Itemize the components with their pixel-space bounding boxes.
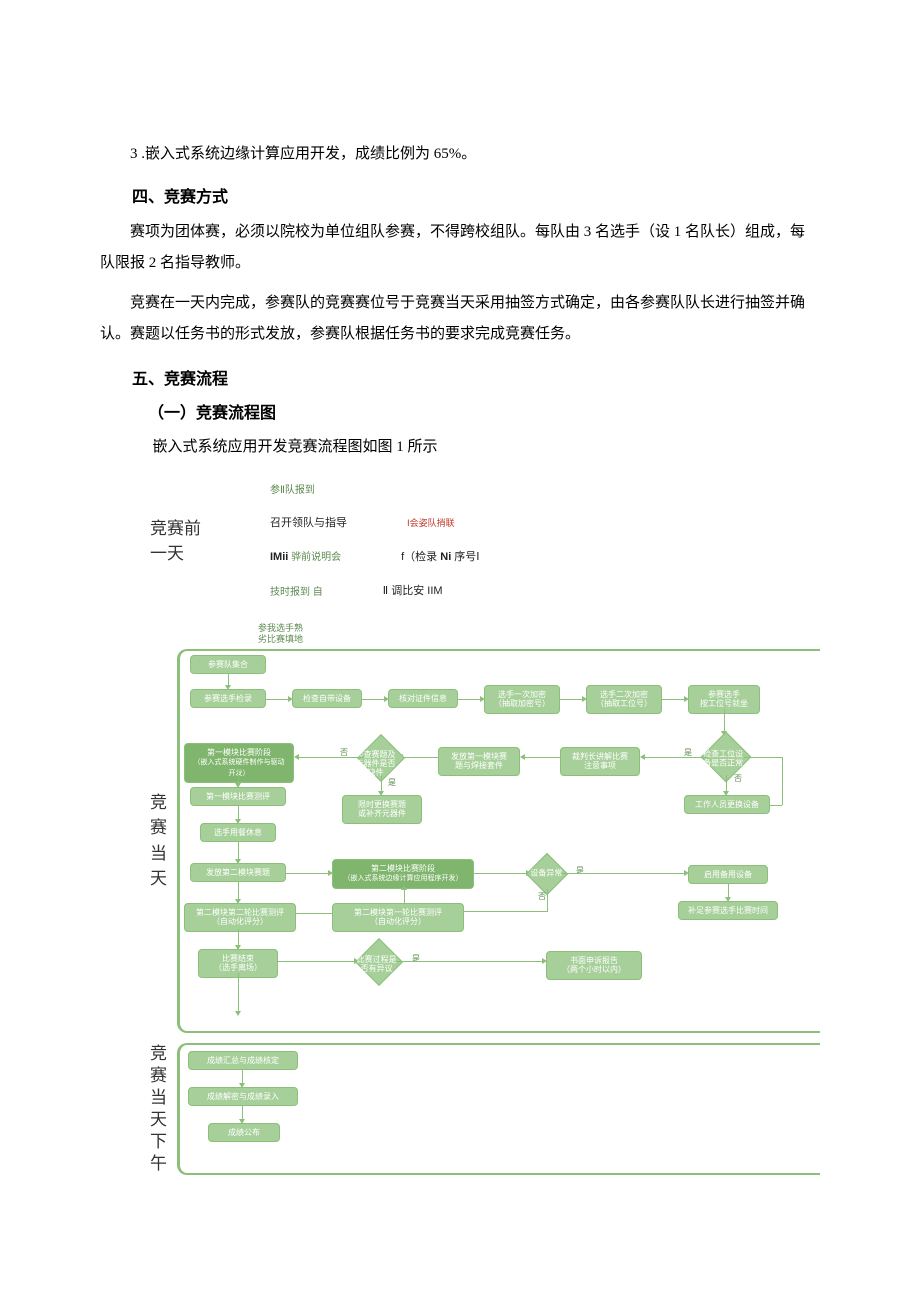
p1b: 名选手（设: [591, 224, 674, 240]
issue1b: 题与焊接套件: [455, 761, 503, 770]
flowchart: 竞赛前一天 参Ⅱ队报到 召开领队与指导 Ⅰ会姿队捎联 IMii 骅前说明会 f（…: [100, 469, 820, 1175]
node-mod1-stage: 第一模块比赛阶段 （嵌入式系统硬件制作与驱动开发）: [184, 743, 294, 783]
phase-label-pre-day: 竞赛前一天: [150, 469, 220, 613]
node-gather: 参赛队集合: [190, 655, 266, 675]
pre-r4b: 劣比赛填地: [258, 634, 820, 645]
node-enc2: 选手二次加密（抽取工位号）: [586, 685, 662, 714]
node-enc1: 选手一次加密（抽取加密号）: [484, 685, 560, 714]
node-verifyid: 核对证件信息: [388, 689, 458, 709]
judgeb: 注意事项: [584, 761, 616, 770]
para-1: 赛项为团体赛，必须以院校为单位组队参赛，不得跨校组队。每队由 3 名选手（设 1…: [100, 217, 820, 280]
pre-r1b: Ⅰ会姿队捎联: [407, 518, 455, 528]
pre-r4a: 参我选手熟: [258, 623, 820, 634]
capA: 嵌入式系统应用开发竞赛流程图如图: [153, 439, 397, 455]
figure-caption: 嵌入式系统应用开发竞赛流程图如图 1 所示: [100, 433, 820, 462]
node-checkin: 参赛选手检录: [190, 689, 266, 709]
d_titleok: 检查赛题及元器件是否缺件: [353, 750, 398, 776]
auto1a: 第二模块第一轮比赛测评: [354, 908, 442, 917]
lbl-no-3: 否: [538, 891, 546, 902]
phase-label-afternoon: 竞 赛当 天下 午: [150, 1043, 177, 1176]
auto2b: （自动化评分）: [212, 917, 268, 926]
node-score-sum: 成绩汇总与成绩核定: [188, 1051, 298, 1071]
appealb: （两个小时以内）: [562, 965, 626, 974]
node-issue-mod2: 发放第二模块赛题: [190, 863, 286, 883]
list-item-3: 3 .嵌入式系统边缘计算应用开发，成绩比例为 65%。: [100, 140, 820, 169]
lbl-yes-3: 是: [576, 865, 584, 876]
lbl-no-1: 否: [734, 773, 742, 784]
d_wsok: 检查工位设备是否正常: [700, 750, 748, 768]
item3-tail: 。: [461, 146, 476, 162]
node-judge: 裁判长讲解比赛注意事项: [560, 747, 640, 776]
capN: 1: [396, 439, 404, 455]
mod2b: （嵌入式系统边缘计算应用程序开发）: [344, 875, 463, 882]
enc2b: （抽取工位号）: [596, 699, 652, 708]
phase-label-day: 竞赛当天: [150, 649, 177, 1033]
node-auto-eval-2: 第二模块第二轮比赛测评（自动化评分）: [184, 903, 296, 932]
diamond-dispute: 比赛过程是否有异议: [355, 938, 403, 986]
endb: （选手离场）: [214, 963, 262, 972]
d_devfault: 设备异常: [527, 869, 566, 878]
pre-r1a: 召开领队与指导: [270, 514, 347, 530]
replacea: 限时更换赛题: [358, 800, 406, 809]
node-appeal: 书面申诉报告（两个小时以内）: [546, 951, 642, 980]
pre-r3b: Ⅱ 调比安 IIM: [383, 582, 443, 598]
mod1b: （嵌入式系统硬件制作与驱动开发）: [194, 759, 285, 776]
node-score-publish: 成绩公布: [208, 1123, 280, 1143]
appeala: 书面申诉报告: [570, 956, 618, 965]
seatb: 按工位号就坐: [700, 699, 748, 708]
seata: 参赛选手: [708, 690, 740, 699]
mod1a: 第一模块比赛阶段: [207, 748, 271, 757]
lbl-yes-4: 是: [412, 953, 420, 964]
pct-65: 65%: [434, 146, 462, 162]
pre-r0: 参Ⅱ队报到: [270, 481, 315, 496]
enc1a: 选手一次加密: [498, 690, 546, 699]
node-auto-eval-1: 第二模块第一轮比赛测评（自动化评分）: [332, 903, 464, 932]
node-comp-time: 补足参赛选手比赛时间: [678, 901, 778, 921]
node-issue-mod1: 发放第一模块赛题与焊接套件: [438, 747, 520, 776]
node-replace-title: 限时更换赛题或补齐元器件: [342, 795, 422, 824]
subheading-5-1: （一）竞赛流程图: [100, 399, 820, 423]
issue1a: 发放第一模块赛: [451, 752, 507, 761]
node-checkdev: 检查自带设备: [292, 689, 362, 709]
flowchart-canvas-afternoon: 成绩汇总与成绩核定 成绩解密与成绩录入 成绩公布: [180, 1045, 820, 1155]
pre-r2e: 序号Ⅰ: [451, 551, 479, 563]
enda: 比赛结束: [222, 954, 254, 963]
pre-r2c: f（检录: [401, 551, 440, 563]
node-rest: 选手用餐休息: [200, 823, 276, 843]
flowchart-canvas-day: 参赛队集合 参赛选手检录 检查自带设备 核对证件信息 选手一次加密（抽取加密号）…: [180, 651, 820, 1031]
node-score-decrypt: 成绩解密与成绩录入: [188, 1087, 298, 1107]
p1a: 赛项为团体赛，必须以院校为单位组队参赛，不得跨校组队。每队由: [130, 224, 584, 240]
para-2: 竞赛在一天内完成，参赛队的竞赛赛位号于竞赛当天采用抽签方式确定，由各参赛队队长进…: [100, 288, 820, 351]
pre-r3a: 技时报到 自: [270, 583, 323, 598]
heading-4: 四、竞赛方式: [100, 183, 820, 207]
enc1b: （抽取加密号）: [494, 699, 550, 708]
node-backup-device: 启用备用设备: [688, 865, 768, 885]
pre-r2a: IMii: [270, 551, 288, 563]
auto2a: 第二模块第二轮比赛测评: [196, 908, 284, 917]
p1d: 名指导教师。: [156, 255, 250, 271]
replaceb: 或补齐元器件: [358, 809, 406, 818]
item3-text: .嵌入式系统边缘计算应用开发，成绩比例为: [138, 146, 434, 162]
d_dispute: 比赛过程是否有异议: [354, 956, 399, 974]
pre-r2b: 骅前说明会: [288, 552, 341, 563]
mod2a: 第二模块比赛阶段: [371, 864, 435, 873]
pre-r2d: Ni: [440, 551, 451, 563]
judgea: 裁判长讲解比赛: [572, 752, 628, 761]
num-3: 3: [130, 146, 138, 162]
enc2a: 选手二次加密: [600, 690, 648, 699]
capB: 所示: [404, 439, 438, 455]
auto1b: （自动化评分）: [370, 917, 426, 926]
node-staff-replace: 工作人员更换设备: [684, 795, 770, 815]
node-mod1-eval: 第一模块比赛测评: [190, 787, 286, 807]
heading-5: 五、竞赛流程: [100, 365, 820, 389]
lbl-yes-2: 是: [388, 777, 396, 788]
